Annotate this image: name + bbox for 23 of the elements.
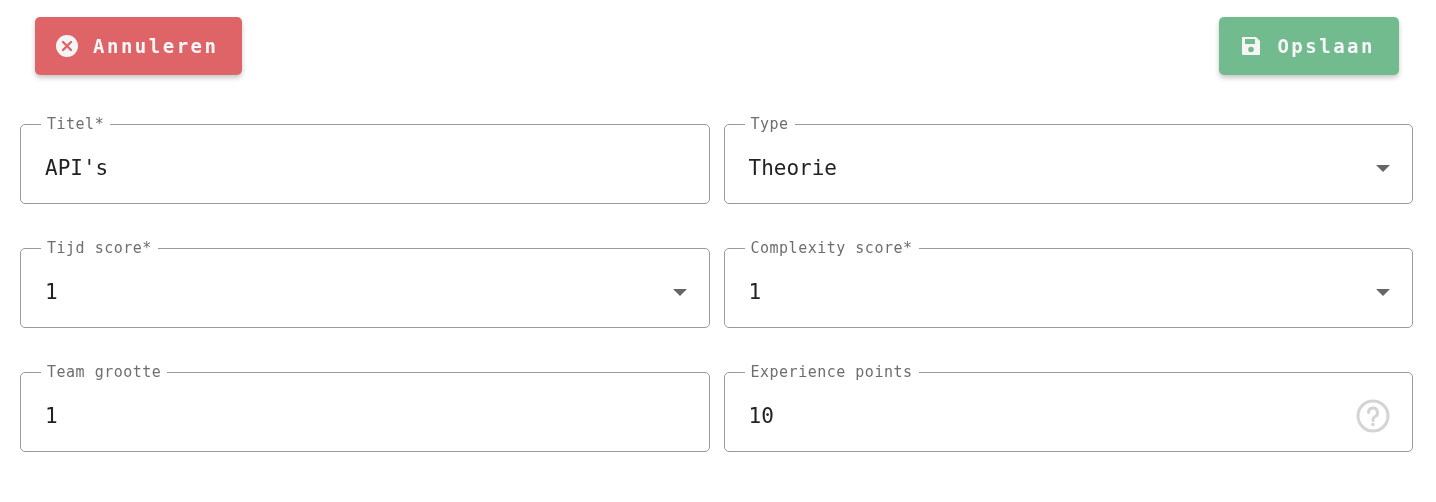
field-value: 1: [748, 280, 762, 304]
field-label: Titel*: [46, 115, 106, 133]
field-label: Complexity score*: [749, 239, 914, 257]
field-value: 10: [748, 404, 774, 428]
caret-icon: [672, 288, 687, 296]
select-field[interactable]: Type Theorie: [723, 115, 1413, 204]
number-field[interactable]: Experience points 10: [723, 363, 1413, 452]
caret-icon: [1376, 164, 1390, 172]
help-icon[interactable]: [1356, 399, 1390, 433]
select-field[interactable]: Complexity score* 1: [723, 239, 1413, 328]
field-value: 1: [45, 404, 58, 428]
caret-icon: [1376, 288, 1390, 296]
field-label: Team grootte: [46, 363, 163, 381]
field-label: Tijd score*: [46, 239, 153, 257]
field-label: Type: [749, 115, 790, 133]
field-value: 1: [45, 280, 58, 304]
text-field[interactable]: Team grootte 1: [20, 363, 710, 452]
field-value: API's: [45, 156, 109, 180]
field-value: Theorie: [748, 156, 837, 180]
field-label: Experience points: [749, 363, 914, 381]
select-field[interactable]: Tijd score* 1: [20, 239, 710, 328]
text-field[interactable]: Titel* API's: [20, 115, 710, 204]
close-icon: [55, 34, 79, 58]
